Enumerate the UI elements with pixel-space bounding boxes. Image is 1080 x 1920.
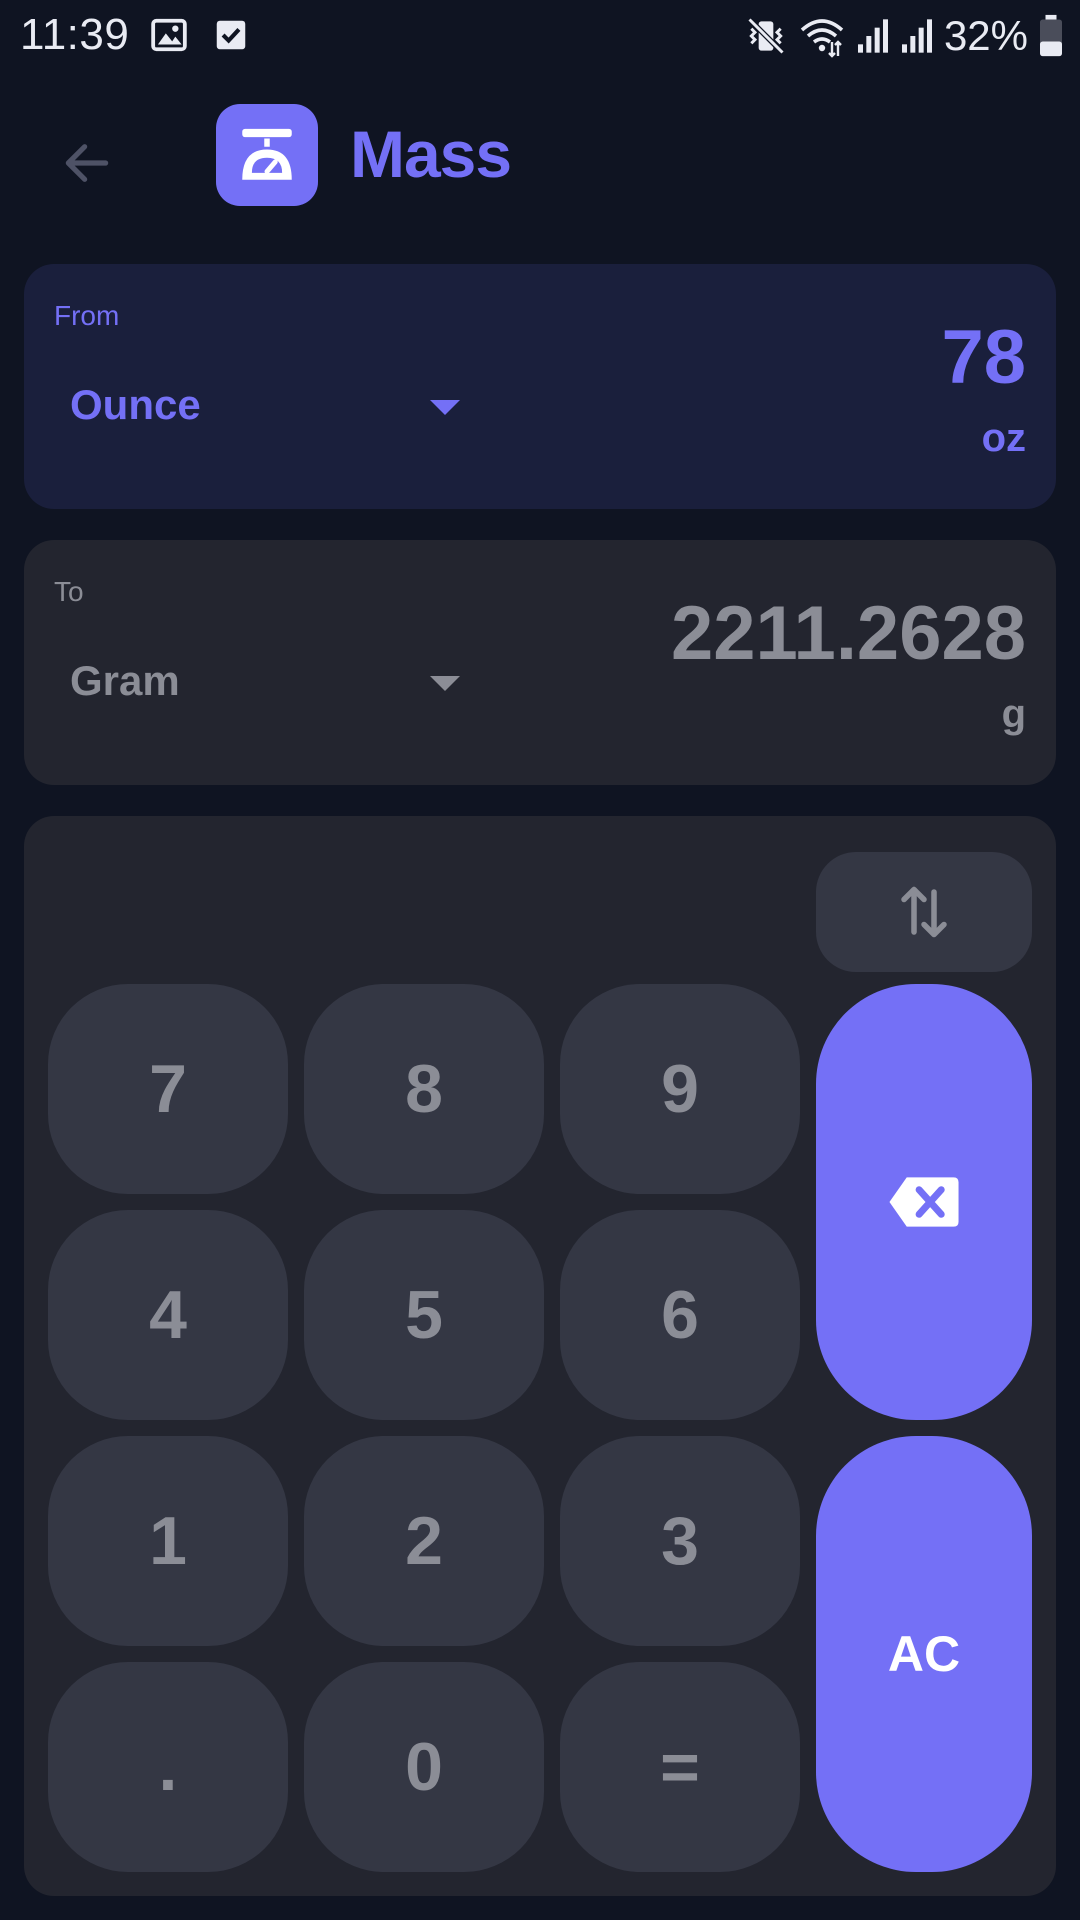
scale-icon — [242, 128, 292, 180]
key-decimal[interactable]: . — [48, 1662, 288, 1872]
signal-icon — [857, 19, 888, 53]
backspace-icon — [889, 1177, 959, 1227]
to-label: To — [54, 576, 84, 607]
from-unit-dropdown[interactable]: Ounce — [70, 370, 480, 440]
key-6[interactable]: 6 — [560, 1210, 800, 1420]
key-equals[interactable]: = — [560, 1662, 800, 1872]
status-bar: 11:39 32% — [0, 0, 1080, 72]
swap-units-button[interactable] — [816, 852, 1032, 972]
key-8[interactable]: 8 — [304, 984, 544, 1194]
keypad: 7 8 9 4 5 6 1 2 3 . 0 = AC — [24, 816, 1056, 1896]
to-value: 2211.2628 — [670, 591, 1026, 676]
image-icon — [151, 18, 187, 52]
wifi-icon — [800, 19, 844, 58]
key-5[interactable]: 5 — [304, 1210, 544, 1420]
key-7[interactable]: 7 — [48, 984, 288, 1194]
key-9[interactable]: 9 — [560, 984, 800, 1194]
page-title: Mass — [350, 117, 512, 191]
key-1[interactable]: 1 — [48, 1436, 288, 1646]
arrow-left-icon — [65, 144, 109, 182]
dropdown-arrow-icon — [430, 400, 460, 415]
from-card[interactable]: From Ounce 78 oz — [24, 264, 1056, 509]
to-card[interactable]: To Gram 2211.2628 g — [24, 540, 1056, 785]
from-value: 78 — [941, 315, 1026, 400]
app-bar: Mass — [0, 90, 1080, 220]
from-label: From — [54, 300, 120, 331]
to-unit-dropdown[interactable]: Gram — [70, 646, 480, 716]
app-icon — [216, 104, 318, 206]
status-right: 32% — [744, 12, 1064, 60]
vibrate-icon — [747, 17, 785, 55]
from-unit-name: Ounce — [70, 381, 201, 428]
to-unit-name: Gram — [70, 657, 180, 704]
dropdown-arrow-icon — [430, 676, 460, 691]
key-4[interactable]: 4 — [48, 1210, 288, 1420]
backspace-button[interactable] — [816, 984, 1032, 1420]
signal-icon — [901, 19, 932, 53]
clear-all-button[interactable]: AC — [816, 1436, 1032, 1872]
back-button[interactable] — [52, 128, 122, 198]
swap-vertical-icon — [901, 886, 947, 938]
key-0[interactable]: 0 — [304, 1662, 544, 1872]
battery-icon — [1040, 14, 1062, 57]
status-left-icons — [150, 16, 250, 54]
checkbox-icon — [216, 20, 246, 50]
status-time: 11:39 — [20, 10, 130, 59]
to-symbol: g — [1001, 692, 1026, 736]
key-2[interactable]: 2 — [304, 1436, 544, 1646]
battery-percent: 32% — [943, 12, 1028, 59]
from-symbol: oz — [981, 416, 1026, 460]
key-3[interactable]: 3 — [560, 1436, 800, 1646]
